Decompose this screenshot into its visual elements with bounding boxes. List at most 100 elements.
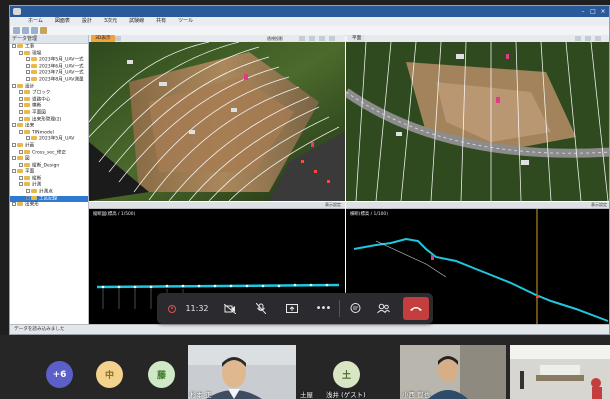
tree-item-label: 工区記録 — [39, 196, 58, 202]
expand-toggle-icon[interactable] — [26, 70, 30, 75]
expand-toggle-icon[interactable] — [26, 57, 30, 62]
zoom-icon[interactable] — [575, 36, 581, 41]
expand-toggle-icon[interactable] — [12, 123, 16, 128]
tree-item[interactable]: 2023年7月_UAV一式 — [10, 70, 88, 77]
expand-toggle-icon[interactable] — [26, 63, 30, 68]
zoom-icon[interactable] — [299, 36, 305, 41]
tree-item[interactable]: Cross_sec_修正 — [10, 149, 88, 157]
menu-drawing[interactable]: 図面表 — [49, 17, 76, 26]
expand-toggle-icon[interactable] — [19, 129, 23, 134]
tree-item[interactable]: 出来形 — [10, 202, 88, 209]
expand-toggle-icon[interactable] — [19, 175, 23, 180]
expand-toggle-icon[interactable] — [12, 44, 16, 48]
participant-name: 小西 智也 — [402, 391, 431, 399]
settings-icon[interactable] — [329, 36, 335, 41]
participants-button[interactable] — [372, 297, 394, 320]
avatar-initial: 土 — [341, 371, 351, 381]
tree-item[interactable]: ブロック — [10, 90, 88, 97]
expand-toggle-icon[interactable] — [19, 182, 23, 187]
projection-mode[interactable]: 透視投影 — [267, 36, 283, 41]
tree-item[interactable]: 2023年5月_UAV — [10, 136, 88, 143]
view-tab[interactable]: 3D表示 — [91, 35, 115, 42]
tree-item-label: Cross_sec_修正 — [32, 150, 67, 155]
tree-item[interactable]: 平面図 — [10, 109, 88, 117]
expand-toggle-icon[interactable] — [19, 90, 23, 95]
tree-item[interactable]: 計画 — [10, 142, 88, 150]
more-options-button[interactable]: ••• — [312, 297, 334, 320]
view-tool-icon[interactable] — [115, 36, 121, 41]
view-3d-right[interactable]: 平面 — [346, 35, 609, 201]
tree-item[interactable]: 2023年5月_UAV一式 — [10, 57, 88, 64]
share-screen-button[interactable] — [281, 297, 303, 320]
expand-toggle-icon[interactable] — [12, 169, 16, 174]
rotate-icon[interactable] — [309, 36, 315, 41]
tree-item-label: 2023年6月_UAV一式 — [39, 64, 84, 70]
expand-toggle-icon[interactable] — [19, 96, 23, 101]
expand-toggle-icon[interactable] — [26, 195, 30, 200]
tree-item[interactable]: 工事 — [10, 44, 88, 51]
folder-icon — [17, 83, 23, 88]
menu-design[interactable]: 設計 — [76, 17, 98, 26]
expand-toggle-icon[interactable] — [19, 103, 23, 108]
expand-toggle-icon[interactable] — [26, 189, 30, 194]
tree-item[interactable]: 2023年8月_UAV測量 — [10, 76, 88, 84]
maximize-icon[interactable]: □ — [589, 8, 597, 15]
tree-item[interactable]: 2023年6月_UAV一式 — [10, 63, 88, 71]
graph-settings-button[interactable]: 表示設定 — [325, 202, 341, 208]
menu-test-line[interactable]: 試験線 — [123, 17, 150, 26]
leave-call-button[interactable] — [403, 297, 429, 320]
more-participants-badge[interactable]: +6 — [46, 361, 73, 388]
tree-item[interactable]: 計測 — [10, 182, 88, 189]
expand-toggle-icon[interactable] — [26, 76, 30, 81]
tree-item[interactable]: 平面 — [10, 169, 88, 176]
layer-icon[interactable] — [40, 27, 47, 34]
folder-icon — [24, 96, 30, 101]
tree-item[interactable]: 出来 — [10, 123, 88, 130]
graph-settings-button[interactable]: 表示設定 — [591, 202, 607, 208]
tree-item[interactable]: 縦断_Design — [10, 162, 88, 170]
folder-icon — [17, 142, 23, 147]
folder-icon — [24, 116, 30, 121]
camera-off-button[interactable] — [219, 297, 241, 320]
expand-toggle-icon[interactable] — [19, 116, 23, 121]
minimize-icon[interactable]: – — [579, 8, 587, 15]
tree-item[interactable]: 道路中心 — [10, 96, 88, 104]
pan-icon[interactable] — [319, 36, 325, 41]
expand-toggle-icon[interactable] — [12, 142, 16, 147]
folder-icon — [17, 169, 23, 174]
folder-icon — [31, 195, 37, 200]
tree-item[interactable]: TINmodel — [10, 129, 88, 137]
expand-toggle-icon[interactable] — [26, 136, 30, 141]
expand-toggle-icon[interactable] — [19, 50, 23, 55]
view-3d-left[interactable]: 3D表示 透視投影 — [89, 35, 345, 201]
pan-icon[interactable] — [585, 36, 591, 41]
expand-toggle-icon[interactable] — [12, 202, 16, 207]
tree-item[interactable]: 現場 — [10, 50, 88, 58]
close-icon[interactable]: × — [599, 8, 607, 15]
new-icon[interactable] — [13, 27, 20, 34]
mic-off-button[interactable] — [250, 297, 272, 320]
menu-3d[interactable]: 3次元 — [98, 17, 123, 26]
expand-toggle-icon[interactable] — [12, 83, 16, 88]
camera-off-icon — [224, 303, 236, 314]
tree-item[interactable]: 横断 — [10, 103, 88, 110]
tree-item[interactable]: 縦断 — [10, 175, 88, 183]
expand-toggle-icon[interactable] — [19, 109, 23, 114]
participant-avatar: 中 — [96, 361, 123, 388]
menu-home[interactable]: ホーム — [22, 17, 49, 26]
view-tab[interactable]: 平面 — [348, 35, 366, 42]
menu-tools[interactable]: ツール — [172, 17, 199, 26]
expand-toggle-icon[interactable] — [19, 162, 23, 167]
settings-icon[interactable] — [595, 36, 601, 41]
tree-item[interactable]: 出来形管理(2) — [10, 116, 88, 124]
tree-item[interactable]: 図 — [10, 156, 88, 163]
save-icon[interactable] — [31, 27, 38, 34]
open-icon[interactable] — [22, 27, 29, 34]
menu-share[interactable]: 共有 — [150, 17, 172, 26]
tree-item[interactable]: 工区記録 — [10, 195, 88, 203]
chat-button[interactable] — [344, 297, 366, 320]
tree-item[interactable]: 計測点 — [10, 189, 88, 196]
expand-toggle-icon[interactable] — [12, 156, 16, 161]
tree-item[interactable]: 設計 — [10, 83, 88, 91]
expand-toggle-icon[interactable] — [19, 149, 23, 154]
